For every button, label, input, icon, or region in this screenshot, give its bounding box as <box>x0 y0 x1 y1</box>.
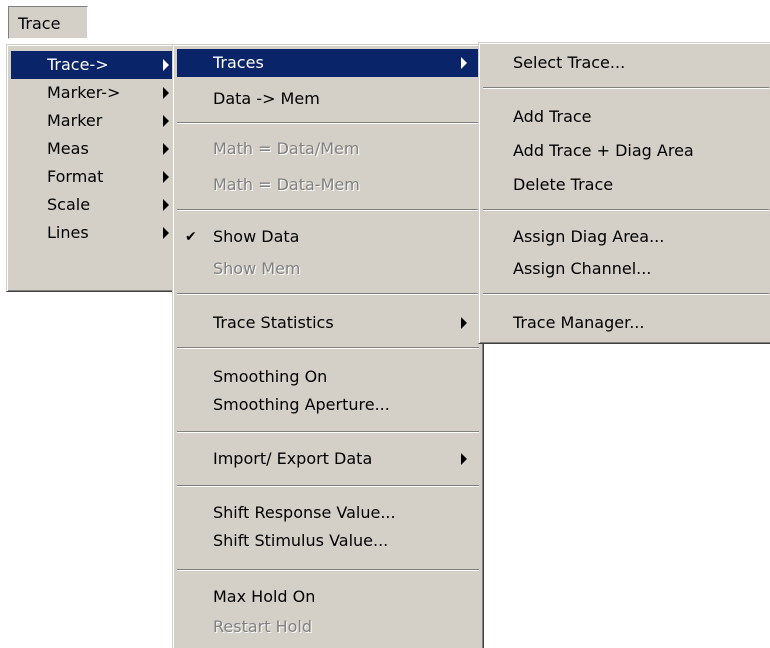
menu-item-label: Add Trace + Diag Area <box>513 141 694 160</box>
menu-item-label: Format <box>47 167 104 186</box>
submenu-arrow-icon <box>461 317 467 329</box>
menu-item-max-hold-on[interactable]: Max Hold On <box>177 583 479 611</box>
menu-item-show-mem: Show Mem <box>177 255 479 283</box>
menu-item-math-data-div-mem: Math = Data/Mem <box>177 135 479 163</box>
menu-item-label: Marker <box>47 111 103 130</box>
menu-separator <box>483 293 769 295</box>
menu-item-smoothing-on[interactable]: Smoothing On <box>177 363 479 391</box>
menu-item-trace-manager[interactable]: Trace Manager... <box>483 309 769 337</box>
submenu-arrow-icon <box>461 57 467 69</box>
submenu-arrow-icon <box>163 59 169 71</box>
menubar-trace[interactable]: Trace <box>8 6 88 39</box>
menu-item-add-trace-diag-area[interactable]: Add Trace + Diag Area <box>483 137 769 165</box>
menu-item-traces[interactable]: Traces <box>177 49 479 77</box>
menu-item-meas[interactable]: Meas <box>11 135 173 163</box>
menu-item-label: Meas <box>47 139 89 158</box>
trace-menu: Trace-> Marker-> Marker Meas Format Scal… <box>6 44 178 292</box>
menu-item-add-trace[interactable]: Add Trace <box>483 103 769 131</box>
menu-item-label: Math = Data-Mem <box>213 175 360 194</box>
menu-item-label: Assign Diag Area... <box>513 227 665 246</box>
menu-item-marker-submenu[interactable]: Marker-> <box>11 79 173 107</box>
menu-item-label: Lines <box>47 223 89 242</box>
menu-item-lines[interactable]: Lines <box>11 219 173 247</box>
menu-item-trace-submenu[interactable]: Trace-> <box>11 51 173 79</box>
menu-item-delete-trace[interactable]: Delete Trace <box>483 171 769 199</box>
menu-item-label: Import/ Export Data <box>213 449 373 468</box>
menu-item-label: Traces <box>213 53 264 72</box>
menu-item-label: Show Mem <box>213 259 301 278</box>
menu-item-select-trace[interactable]: Select Trace... <box>483 49 769 77</box>
menu-item-trace-statistics[interactable]: Trace Statistics <box>177 309 479 337</box>
menu-separator <box>177 431 479 433</box>
menu-item-restart-hold: Restart Hold <box>177 613 479 641</box>
submenu-arrow-icon <box>163 115 169 127</box>
submenu-arrow-icon <box>461 453 467 465</box>
menu-item-data-to-mem[interactable]: Data -> Mem <box>177 85 479 113</box>
menu-item-label: Show Data <box>213 227 300 246</box>
submenu-arrow-icon <box>163 143 169 155</box>
menu-item-assign-channel[interactable]: Assign Channel... <box>483 255 769 283</box>
menu-separator <box>177 347 479 349</box>
traces-submenu: Select Trace... Add Trace Add Trace + Di… <box>478 42 770 344</box>
menu-item-label: Trace Statistics <box>213 313 334 332</box>
submenu-arrow-icon <box>163 227 169 239</box>
submenu-arrow-icon <box>163 199 169 211</box>
menu-item-label: Select Trace... <box>513 53 626 72</box>
menu-item-label: Smoothing On <box>213 367 328 386</box>
menu-separator <box>483 209 769 211</box>
menu-item-label: Max Hold On <box>213 587 316 606</box>
menu-item-show-data[interactable]: ✔ Show Data <box>177 223 479 251</box>
menu-item-label: Smoothing Aperture... <box>213 395 390 414</box>
menu-separator <box>177 293 479 295</box>
menu-item-label: Shift Stimulus Value... <box>213 531 389 550</box>
submenu-arrow-icon <box>163 87 169 99</box>
trace-submenu: Traces Data -> Mem Math = Data/Mem Math … <box>172 44 484 648</box>
menu-separator <box>177 485 479 487</box>
menu-item-math-data-minus-mem: Math = Data-Mem <box>177 171 479 199</box>
menu-item-import-export-data[interactable]: Import/ Export Data <box>177 445 479 473</box>
menu-item-label: Add Trace <box>513 107 592 126</box>
checkmark-icon: ✔ <box>185 229 197 245</box>
submenu-arrow-icon <box>163 171 169 183</box>
menu-item-label: Assign Channel... <box>513 259 652 278</box>
menu-item-label: Restart Hold <box>213 617 313 636</box>
menu-item-label: Shift Response Value... <box>213 503 396 522</box>
menu-item-shift-response-value[interactable]: Shift Response Value... <box>177 499 479 527</box>
menu-item-assign-diag-area[interactable]: Assign Diag Area... <box>483 223 769 251</box>
menu-item-label: Marker-> <box>47 83 121 102</box>
menu-item-label: Delete Trace <box>513 175 614 194</box>
menu-separator <box>177 209 479 211</box>
menu-item-label: Data -> Mem <box>213 89 320 108</box>
menu-separator <box>177 569 479 571</box>
menu-item-shift-stimulus-value[interactable]: Shift Stimulus Value... <box>177 527 479 555</box>
menu-item-label: Trace Manager... <box>513 313 645 332</box>
menu-item-label: Scale <box>47 195 91 214</box>
menu-item-marker[interactable]: Marker <box>11 107 173 135</box>
menu-item-scale[interactable]: Scale <box>11 191 173 219</box>
menu-item-smoothing-aperture[interactable]: Smoothing Aperture... <box>177 391 479 419</box>
menu-item-label: Trace-> <box>47 55 109 74</box>
menu-item-label: Math = Data/Mem <box>213 139 360 158</box>
menu-separator <box>177 122 479 124</box>
menu-separator <box>483 87 769 89</box>
menubar-trace-label: Trace <box>18 14 61 33</box>
menu-item-format[interactable]: Format <box>11 163 173 191</box>
